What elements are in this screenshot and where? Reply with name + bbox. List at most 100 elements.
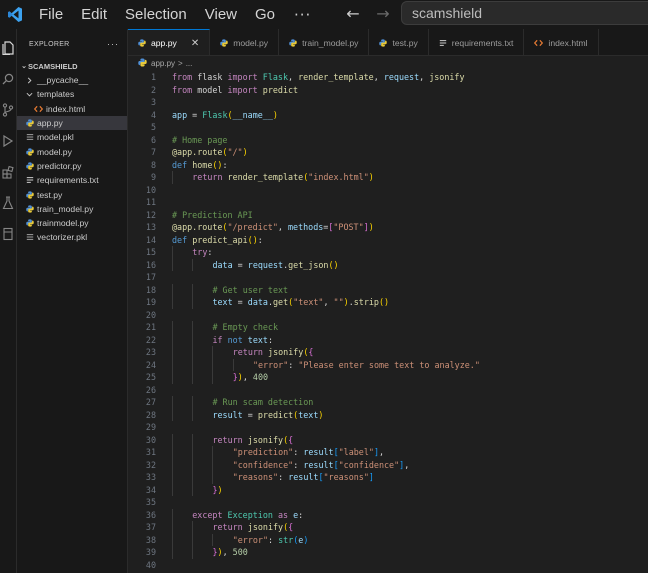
tree-item-model-py[interactable]: model.py <box>17 144 127 158</box>
explorer-more-button[interactable]: ··· <box>107 39 119 49</box>
code-line[interactable]: 13 @app.route("/predict", methods=["POST"… <box>128 221 648 234</box>
tree-item-predictor-py[interactable]: predictor.py <box>17 159 127 173</box>
breadcrumb-symbol[interactable]: ... <box>186 59 193 68</box>
code-line[interactable]: 8 def home(): <box>128 159 648 172</box>
menu-selection[interactable]: Selection <box>116 0 196 29</box>
code-line[interactable]: 29 <box>128 421 648 434</box>
forward-arrow-icon[interactable]: → <box>370 4 396 23</box>
source-control-icon[interactable] <box>0 101 16 119</box>
code-line[interactable]: 37 return jsonify({ <box>128 521 648 534</box>
tree-item-label: app.py <box>37 118 63 129</box>
run-debug-icon[interactable] <box>0 132 16 150</box>
code-line[interactable]: 36 except Exception as e: <box>128 508 648 521</box>
code-line[interactable]: 17 <box>128 271 648 284</box>
tab-requirements-txt[interactable]: requirements.txt <box>429 29 525 55</box>
indent-guide <box>192 521 194 534</box>
code-line[interactable]: 2 from model import predict <box>128 84 648 97</box>
code-line[interactable]: 40 <box>128 559 648 572</box>
code-line[interactable]: 32 "confidence": result["confidence"], <box>128 458 648 471</box>
code-line[interactable]: 31 "prediction": result["label"], <box>128 446 648 459</box>
code-editor[interactable]: 1 from flask import Flask, render_templat… <box>128 70 648 573</box>
breadcrumb-file[interactable]: app.py <box>151 59 175 68</box>
chevron-down-icon: ⌄ <box>21 63 27 70</box>
code-line[interactable]: 18 # Get user text <box>128 283 648 296</box>
tree-item-vectorizer-pkl[interactable]: vectorizer.pkl <box>17 230 127 244</box>
code-line[interactable]: 23 return jsonify({ <box>128 346 648 359</box>
code-text: result = predict(text) <box>212 409 323 422</box>
search-icon[interactable] <box>0 70 16 88</box>
tree-item-test-py[interactable]: test.py <box>17 187 127 201</box>
testing-flask-icon[interactable] <box>0 194 16 212</box>
code-line[interactable]: 34}) <box>128 483 648 496</box>
code-line[interactable]: 25}), 400 <box>128 371 648 384</box>
code-line[interactable]: 15 try: <box>128 246 648 259</box>
code-line[interactable]: 27 # Run scam detection <box>128 396 648 409</box>
tab-index-html[interactable]: index.html <box>524 29 599 55</box>
tree-item-model-pkl[interactable]: model.pkl <box>17 130 127 144</box>
code-line[interactable]: 22 if not text: <box>128 333 648 346</box>
menu-go[interactable]: Go <box>246 0 284 29</box>
code-token: = <box>187 109 203 120</box>
code-line[interactable]: 28 result = predict(text) <box>128 408 648 422</box>
code-line[interactable]: 30 return jsonify({ <box>128 433 648 446</box>
tab-app-py[interactable]: app.py ✕ <box>128 29 211 55</box>
tab-test-py[interactable]: test.py <box>369 29 429 55</box>
code-token: , <box>419 72 430 82</box>
tree-item-requirements-txt[interactable]: requirements.txt <box>17 173 127 187</box>
tree-item-templates[interactable]: templates <box>17 87 127 101</box>
code-line[interactable]: 7 @app.route("/") <box>128 146 648 159</box>
code-token: Flask <box>262 72 288 82</box>
extensions-icon[interactable] <box>0 163 16 181</box>
back-arrow-icon[interactable]: ← <box>340 4 366 23</box>
code-line[interactable]: 9 return render_template("index.html") <box>128 171 648 184</box>
tab-model-py[interactable]: model.py <box>210 29 280 55</box>
file-icon <box>24 233 35 241</box>
menu-edit[interactable]: Edit <box>72 0 116 29</box>
code-line[interactable]: 14 def predict_api(): <box>128 234 648 247</box>
close-icon[interactable]: ✕ <box>191 38 199 49</box>
python-icon <box>24 148 35 156</box>
code-line[interactable]: 12 # Prediction API <box>128 209 648 222</box>
tree-item-app-py[interactable]: app.py <box>17 115 127 131</box>
code-line[interactable]: 39}), 500 <box>128 546 648 559</box>
code-line[interactable]: 35 <box>128 496 648 509</box>
tree-item-index-html[interactable]: index.html <box>17 102 127 116</box>
code-token: "confidence" <box>232 459 294 470</box>
code-text: "prediction": result["label"], <box>233 446 384 459</box>
code-line[interactable]: 6 # Home page <box>128 134 648 147</box>
code-line[interactable]: 26 <box>128 384 648 397</box>
code-token: = <box>232 297 248 307</box>
indent-guide <box>172 533 173 546</box>
code-line[interactable]: 19 text = data.get("text", "").strip() <box>128 296 648 309</box>
indent-guide <box>232 358 234 371</box>
code-line[interactable]: 24 "error": "Please enter some text to an… <box>128 358 648 371</box>
tree-item--pycache-[interactable]: __pycache__ <box>17 73 127 87</box>
explorer-files-icon[interactable] <box>0 39 16 57</box>
code-token: @app.route <box>172 147 223 157</box>
menu-view[interactable]: View <box>196 0 246 29</box>
code-line[interactable]: 16 data = request.get_json() <box>128 258 648 271</box>
code-line[interactable]: 1 from flask import Flask, render_templat… <box>128 71 648 84</box>
menu-more-button[interactable]: ··· <box>284 6 321 24</box>
remote-explorer-icon[interactable] <box>0 225 16 243</box>
code-line[interactable]: 20 <box>128 309 648 322</box>
python-icon <box>24 205 35 213</box>
project-folder-header[interactable]: ⌄ SCAMSHIELD <box>17 59 127 73</box>
code-text: # Run scam detection <box>212 396 313 409</box>
code-line[interactable]: 38 "error": str(e) <box>128 533 648 546</box>
code-line[interactable]: 33 "reasons": result["reasons"] <box>128 471 648 484</box>
code-line[interactable]: 10 <box>128 184 648 197</box>
menu-file[interactable]: File <box>30 0 72 29</box>
command-center-search[interactable]: scamshield <box>401 1 648 25</box>
tab-train-model-py[interactable]: train_model.py <box>279 29 370 55</box>
code-line[interactable]: 11 <box>128 196 648 209</box>
code-token: "/" <box>227 147 243 157</box>
code-line[interactable]: 4 app = Flask(__name__) <box>128 109 648 122</box>
code-line[interactable]: 3 <box>128 96 648 109</box>
code-line[interactable]: 5 <box>128 121 648 134</box>
tree-item-train-model-py[interactable]: train_model.py <box>17 202 127 216</box>
file-icon <box>24 133 35 141</box>
code-line[interactable]: 21 # Empty check <box>128 321 648 334</box>
tree-item-trainmodel-py[interactable]: trainmodel.py <box>17 216 127 230</box>
line-number: 7 <box>150 147 156 157</box>
